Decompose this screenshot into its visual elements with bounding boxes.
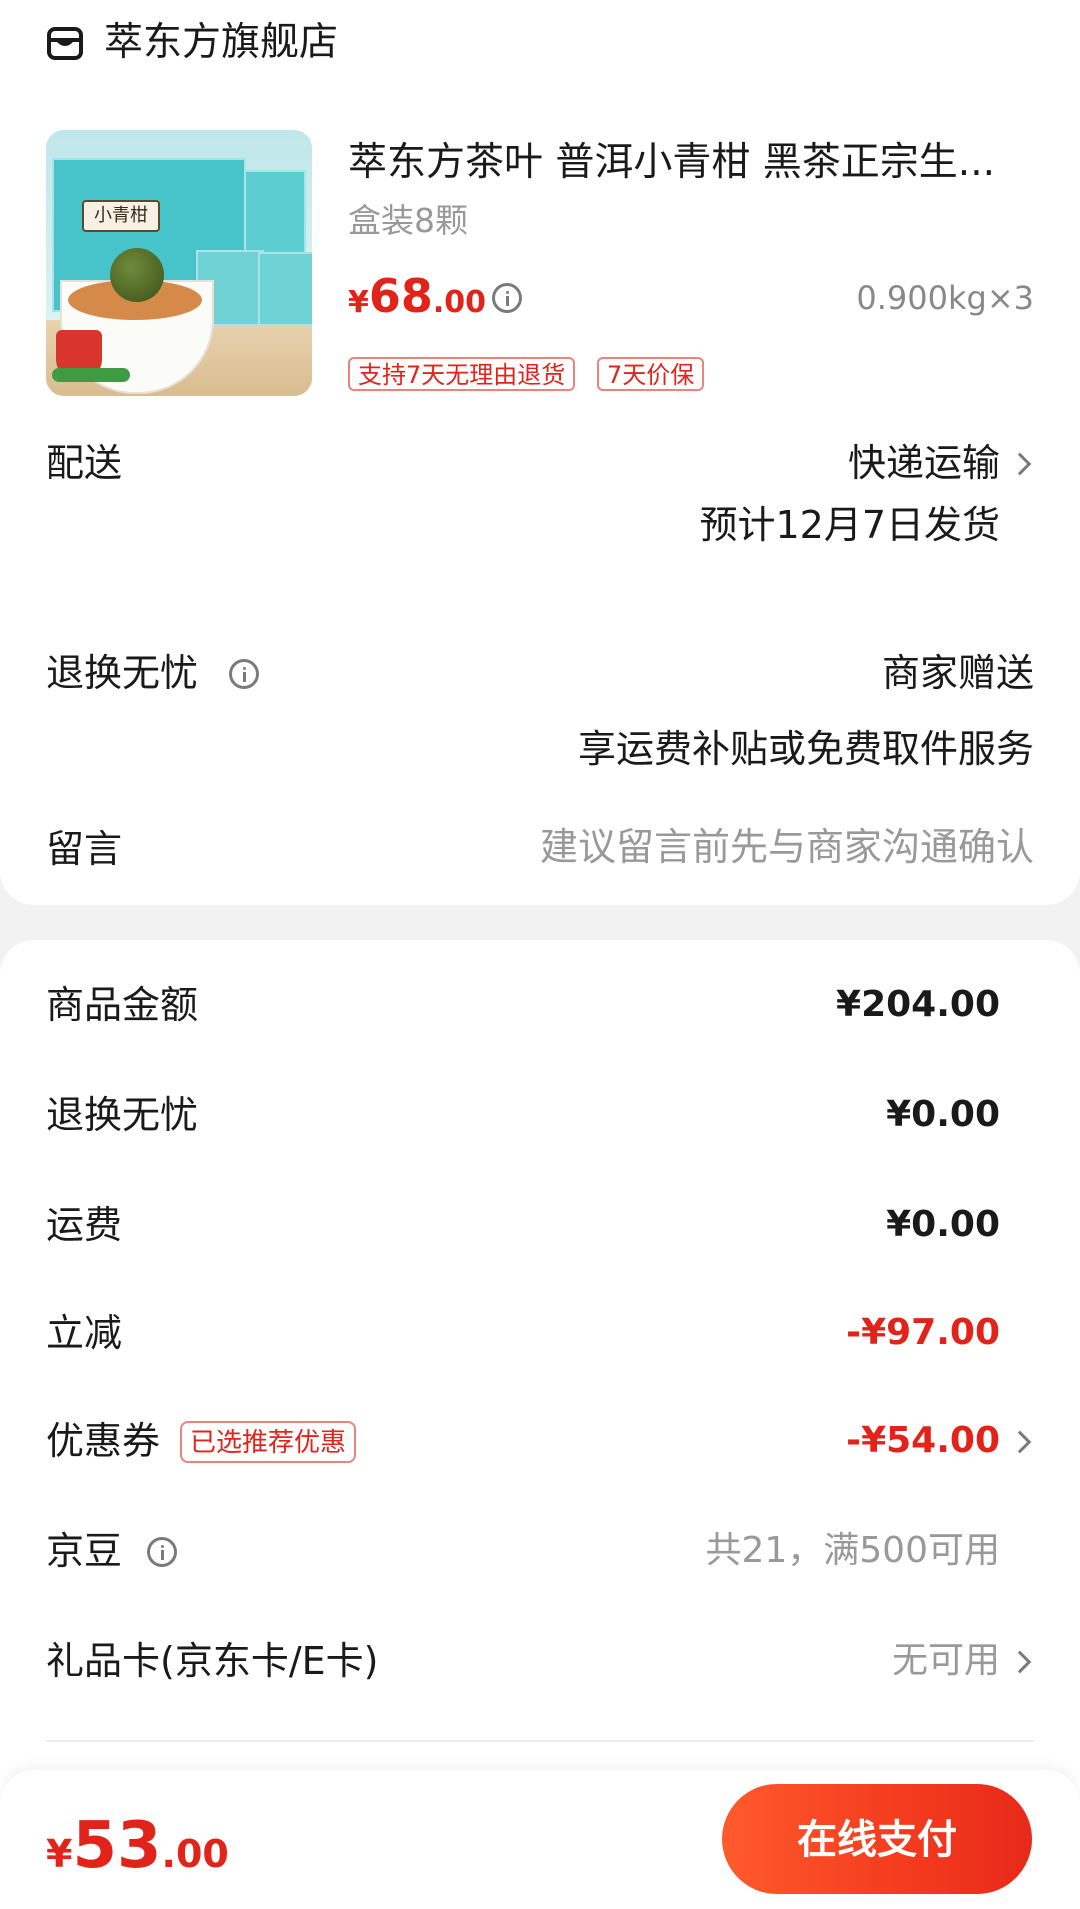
goods-amount-label: 商品金额 <box>46 983 199 1027</box>
price-decimal: .00 <box>432 285 487 320</box>
instant-discount-label: 立减 <box>46 1311 123 1355</box>
weight-quantity: 0.900kg×3 <box>856 279 1034 317</box>
price-protect-tag: 7天价保 <box>597 357 705 391</box>
returns-value: 商家赠送 <box>881 651 1034 695</box>
total-price: ¥53.00 <box>46 1806 229 1902</box>
store-name[interactable]: 萃东方旗舰店 <box>104 16 338 70</box>
jingdou-label: 京豆 <box>46 1529 123 1573</box>
returns-fee-label: 退换无忧 <box>46 1093 199 1137</box>
product-price: ¥68.00 <box>348 266 486 337</box>
jingdou-value: 共21，满500可用 <box>705 1530 1000 1571</box>
pay-online-button[interactable]: 在线支付 <box>722 1784 1032 1894</box>
product-image[interactable]: 小青柑 <box>46 130 312 396</box>
citrus-tea-ball <box>110 248 164 302</box>
divider <box>46 1740 1034 1742</box>
total-decimal: .00 <box>161 1832 229 1876</box>
message-label: 留言 <box>46 827 123 871</box>
returns-fee-value: ¥0.00 <box>886 1094 1000 1135</box>
tea-box-label: 小青柑 <box>82 200 160 232</box>
price-currency: ¥ <box>348 285 369 320</box>
returns-sub: 享运费补贴或免费取件服务 <box>577 727 1034 771</box>
product-title[interactable]: 萃东方茶叶 普洱小青柑 黑茶正宗生... <box>348 136 995 190</box>
delivery-method[interactable]: 快递运输 <box>848 436 1000 490</box>
shipping-label: 运费 <box>46 1203 123 1247</box>
gift-card-label: 礼品卡(京东卡/E卡) <box>46 1639 379 1683</box>
quality-ribbon <box>52 368 130 382</box>
message-input[interactable]: 建议留言前先与商家沟通确认 <box>540 820 1034 874</box>
price-integer: 68 <box>368 269 433 323</box>
gift-card-value[interactable]: 无可用 <box>892 1634 1000 1688</box>
jingdou-info-icon[interactable] <box>147 1537 177 1567</box>
instant-discount-value: -¥97.00 <box>846 1312 1000 1353</box>
returns-info-icon[interactable] <box>229 659 259 689</box>
total-currency: ¥ <box>46 1832 73 1876</box>
delivery-eta: 预计12月7日发货 <box>699 503 1000 547</box>
returns-label: 退换无忧 <box>46 651 199 695</box>
delivery-label: 配送 <box>46 441 123 485</box>
shipping-value: ¥0.00 <box>886 1204 1000 1245</box>
goods-amount-value: ¥204.00 <box>836 984 1000 1025</box>
store-icon <box>47 27 83 60</box>
coupon-label: 优惠券 <box>46 1419 161 1463</box>
return-policy-tag: 支持7天无理由退货 <box>348 357 576 391</box>
price-info-icon[interactable] <box>492 283 522 313</box>
coupon-value[interactable]: -¥54.00 <box>846 1414 1000 1468</box>
product-spec: 盒装8颗 <box>348 201 468 240</box>
tea-box <box>258 252 312 326</box>
total-integer: 53 <box>72 1809 162 1883</box>
coupon-tag: 已选推荐优惠 <box>180 1421 357 1463</box>
